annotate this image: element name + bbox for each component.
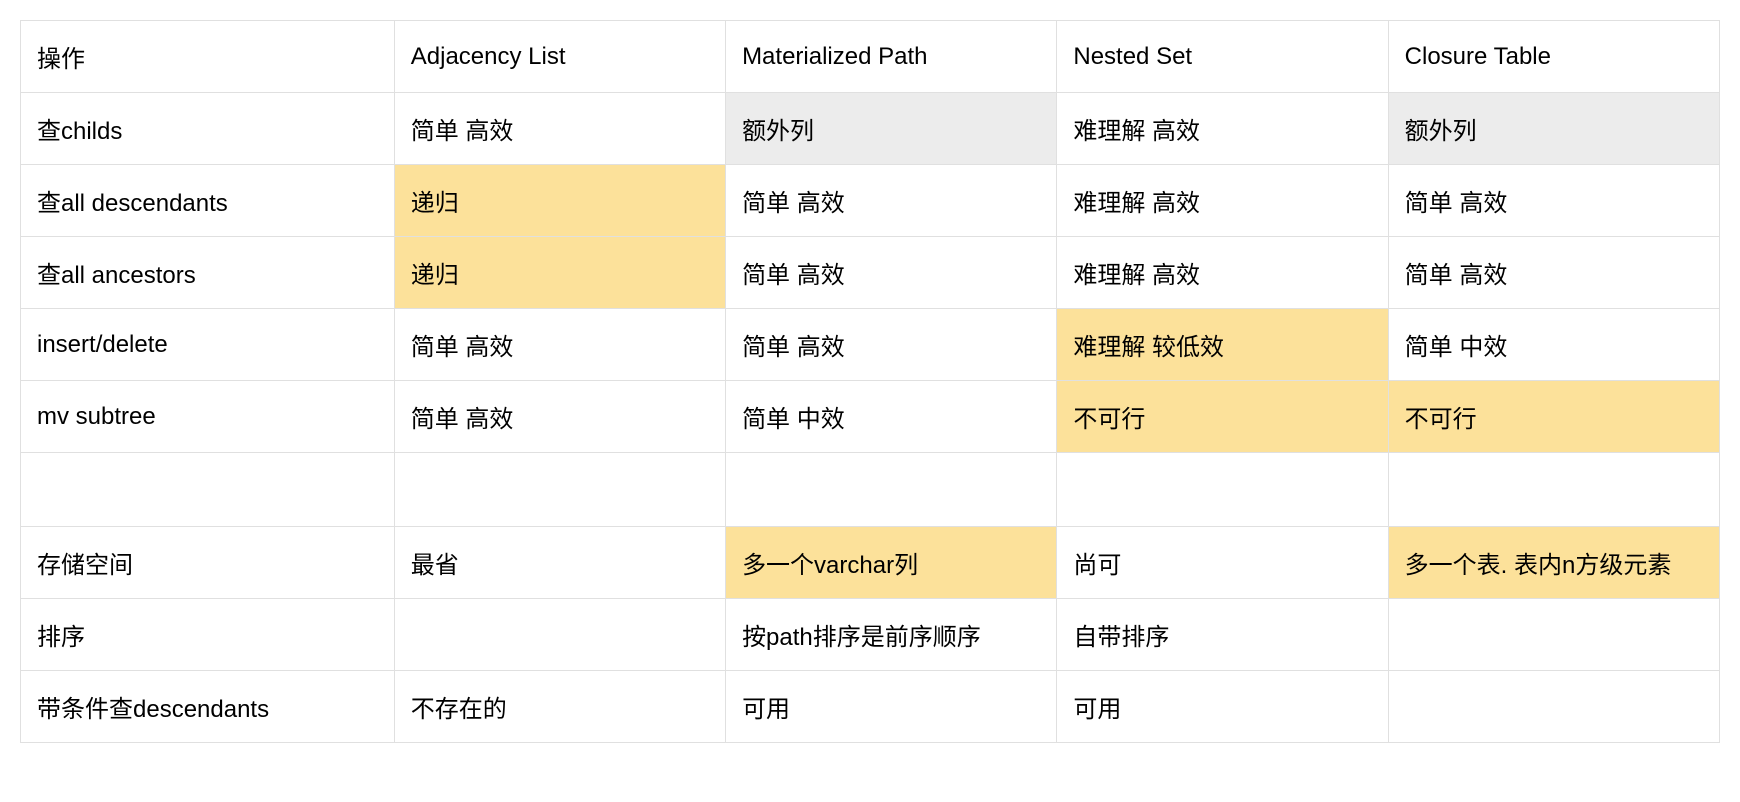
- cell-value: 简单 高效: [726, 165, 1057, 237]
- header-closure-table: Closure Table: [1388, 21, 1719, 93]
- cell-value: 难理解 高效: [1057, 237, 1388, 309]
- table-row-empty: [21, 453, 1720, 527]
- cell-value: 额外列: [726, 93, 1057, 165]
- table-row: mv subtree 简单 高效 简单 中效 不可行 不可行: [21, 381, 1720, 453]
- cell-empty: [1388, 453, 1719, 527]
- cell-value: 最省: [394, 527, 725, 599]
- cell-value: 递归: [394, 165, 725, 237]
- cell-value: 不可行: [1057, 381, 1388, 453]
- cell-op: 查all descendants: [21, 165, 395, 237]
- cell-empty: [21, 453, 395, 527]
- table-row: 带条件查descendants 不存在的 可用 可用: [21, 671, 1720, 743]
- cell-op: 查all ancestors: [21, 237, 395, 309]
- comparison-table: 操作 Adjacency List Materialized Path Nest…: [20, 20, 1720, 743]
- cell-value: 简单 高效: [726, 309, 1057, 381]
- cell-op: 存储空间: [21, 527, 395, 599]
- cell-value: 简单 高效: [726, 237, 1057, 309]
- cell-value: 简单 中效: [726, 381, 1057, 453]
- cell-value: 自带排序: [1057, 599, 1388, 671]
- cell-value: 难理解 高效: [1057, 93, 1388, 165]
- cell-op: 查childs: [21, 93, 395, 165]
- cell-op: 带条件查descendants: [21, 671, 395, 743]
- cell-op: 排序: [21, 599, 395, 671]
- cell-value: 可用: [1057, 671, 1388, 743]
- table-row: 查all descendants 递归 简单 高效 难理解 高效 简单 高效: [21, 165, 1720, 237]
- cell-value: 额外列: [1388, 93, 1719, 165]
- cell-op: insert/delete: [21, 309, 395, 381]
- cell-empty: [726, 453, 1057, 527]
- cell-value: [394, 599, 725, 671]
- header-row: 操作 Adjacency List Materialized Path Nest…: [21, 21, 1720, 93]
- cell-value: 不可行: [1388, 381, 1719, 453]
- cell-value: 尚可: [1057, 527, 1388, 599]
- table-row: 排序 按path排序是前序顺序 自带排序: [21, 599, 1720, 671]
- cell-empty: [1057, 453, 1388, 527]
- cell-value: 简单 高效: [394, 381, 725, 453]
- table-row: 查childs 简单 高效 额外列 难理解 高效 额外列: [21, 93, 1720, 165]
- cell-value: 递归: [394, 237, 725, 309]
- cell-value: 难理解 高效: [1057, 165, 1388, 237]
- cell-value: [1388, 671, 1719, 743]
- cell-value: 不存在的: [394, 671, 725, 743]
- cell-value: 多一个varchar列: [726, 527, 1057, 599]
- header-operation: 操作: [21, 21, 395, 93]
- header-nested-set: Nested Set: [1057, 21, 1388, 93]
- cell-value: 简单 高效: [1388, 165, 1719, 237]
- cell-value: 简单 中效: [1388, 309, 1719, 381]
- table-row: insert/delete 简单 高效 简单 高效 难理解 较低效 简单 中效: [21, 309, 1720, 381]
- table-row: 查all ancestors 递归 简单 高效 难理解 高效 简单 高效: [21, 237, 1720, 309]
- table-row: 存储空间 最省 多一个varchar列 尚可 多一个表. 表内n方级元素: [21, 527, 1720, 599]
- cell-value: 按path排序是前序顺序: [726, 599, 1057, 671]
- cell-value: 简单 高效: [394, 309, 725, 381]
- cell-value: 难理解 较低效: [1057, 309, 1388, 381]
- cell-value: 简单 高效: [394, 93, 725, 165]
- header-materialized-path: Materialized Path: [726, 21, 1057, 93]
- cell-value: 多一个表. 表内n方级元素: [1388, 527, 1719, 599]
- cell-value: 可用: [726, 671, 1057, 743]
- cell-value: 简单 高效: [1388, 237, 1719, 309]
- cell-value: [1388, 599, 1719, 671]
- header-adjacency-list: Adjacency List: [394, 21, 725, 93]
- cell-op: mv subtree: [21, 381, 395, 453]
- cell-empty: [394, 453, 725, 527]
